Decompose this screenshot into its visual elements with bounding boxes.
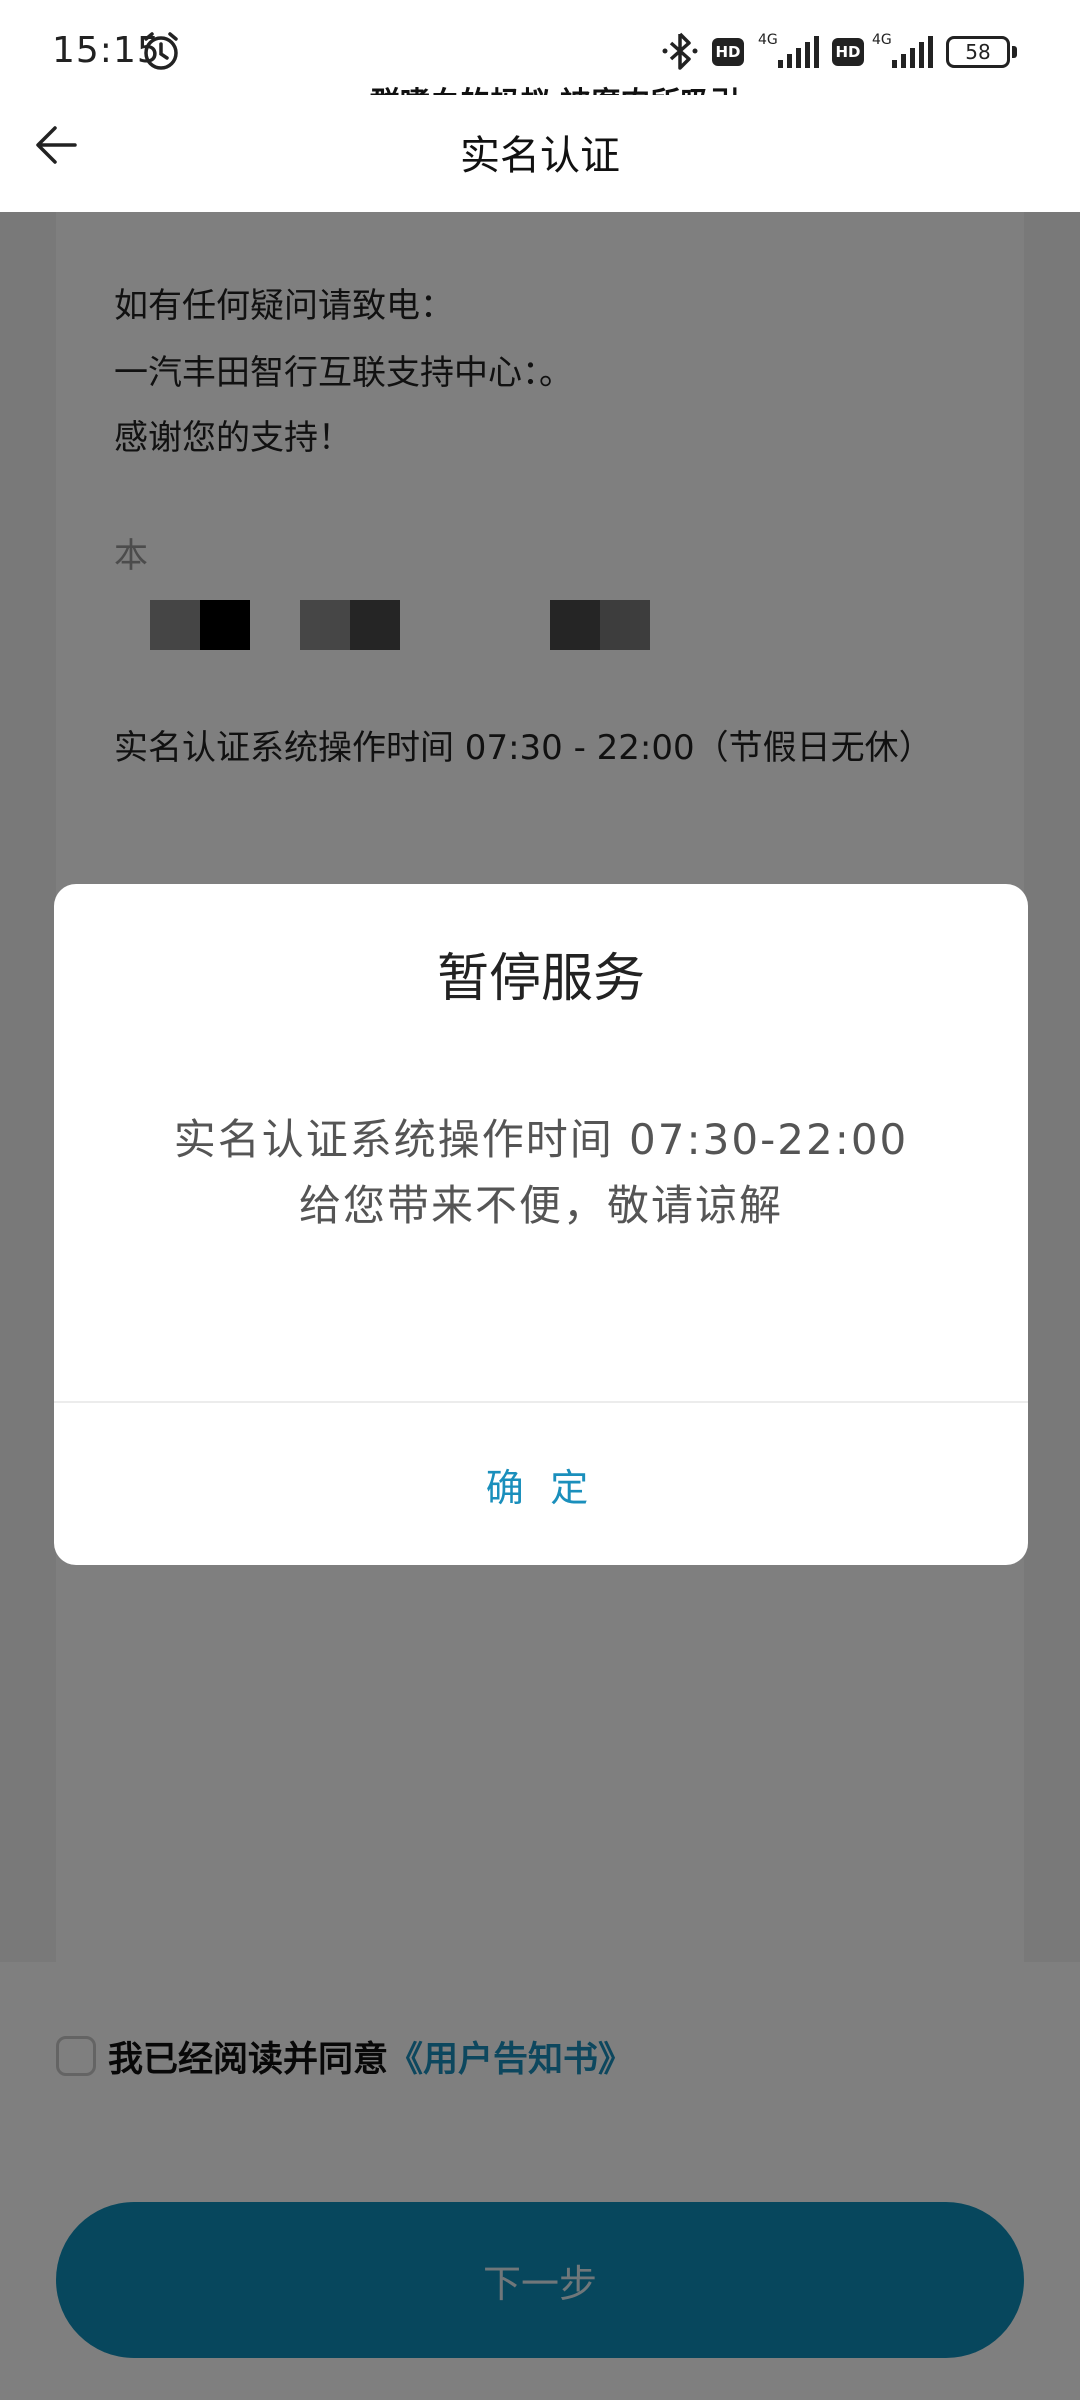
hd-badge: HD [712,38,744,66]
app-header: 实名认证 [0,95,1080,212]
dialog-message-apology: 给您带来不便，敬请谅解 [298,1181,783,1230]
battery-icon: 58 [946,36,1010,68]
confirm-button[interactable]: 确 定 [54,1403,1028,1565]
alarm-clock-icon [144,32,178,70]
battery-tip [1012,46,1017,58]
dialog-title: 暂停服务 [436,949,645,1009]
dialog-message-hours: 实名认证系统操作时间 07:30-22:00 [173,1115,909,1164]
page-title: 实名认证 [460,133,620,179]
signal-strength-icon [892,36,933,68]
bluetooth-icon [662,32,698,70]
service-paused-dialog: 暂停服务 实名认证系统操作时间 07:30-22:00 给您带来不便，敬请谅解 … [54,884,1028,1565]
hd-badge: HD [832,38,864,66]
signal-strength-icon [778,36,819,68]
